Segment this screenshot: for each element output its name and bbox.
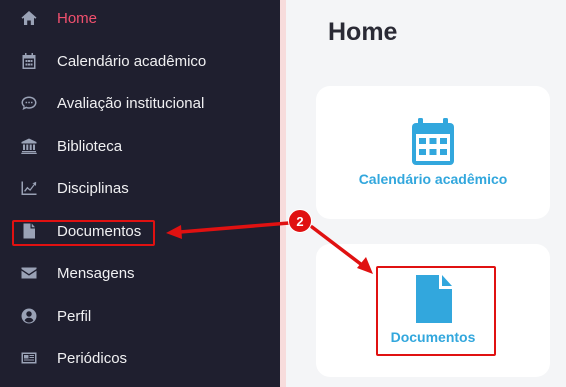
sidebar-item-label: Perfil	[57, 307, 92, 325]
card-label: Calendário acadêmico	[358, 171, 508, 187]
sidebar-item-label: Disciplinas	[57, 179, 129, 197]
highlight-sidebar-documentos	[12, 220, 155, 246]
sidebar-item-label: Biblioteca	[57, 137, 123, 155]
home-icon	[20, 9, 38, 27]
sidebar-item-mensagens[interactable]: Mensagens	[0, 252, 280, 294]
calendar-icon	[20, 52, 38, 70]
card-calendario[interactable]: Calendário acadêmico	[316, 86, 550, 219]
sidebar-item-disciplinas[interactable]: Disciplinas	[0, 167, 280, 209]
user-circle-icon	[20, 307, 38, 325]
sidebar-item-label: Home	[57, 9, 98, 27]
envelope-icon	[20, 264, 38, 282]
sidebar-item-label: Avaliação institucional	[57, 94, 205, 112]
sidebar: Home Calendário acadêmico Avaliação inst…	[0, 0, 280, 387]
chart-line-icon	[20, 179, 38, 197]
chat-bubble-icon	[20, 94, 38, 112]
sidebar-item-home[interactable]: Home	[0, 0, 280, 39]
sidebar-item-periodicos[interactable]: Periódicos	[0, 337, 280, 379]
sidebar-item-label: Periódicos	[57, 349, 128, 367]
highlight-card-documentos	[376, 266, 496, 356]
calendar-icon	[412, 118, 454, 165]
sidebar-item-label: Calendário acadêmico	[57, 52, 207, 70]
sidebar-item-biblioteca[interactable]: Biblioteca	[0, 125, 280, 167]
step-badge: 2	[288, 209, 312, 233]
sidebar-item-avaliacao[interactable]: Avaliação institucional	[0, 82, 280, 124]
sidebar-item-perfil[interactable]: Perfil	[0, 295, 280, 337]
bank-icon	[20, 137, 38, 155]
newspaper-icon	[20, 349, 38, 367]
sidebar-item-calendario[interactable]: Calendário acadêmico	[0, 40, 280, 82]
sidebar-item-label: Mensagens	[57, 264, 135, 282]
page-title: Home	[328, 18, 398, 46]
